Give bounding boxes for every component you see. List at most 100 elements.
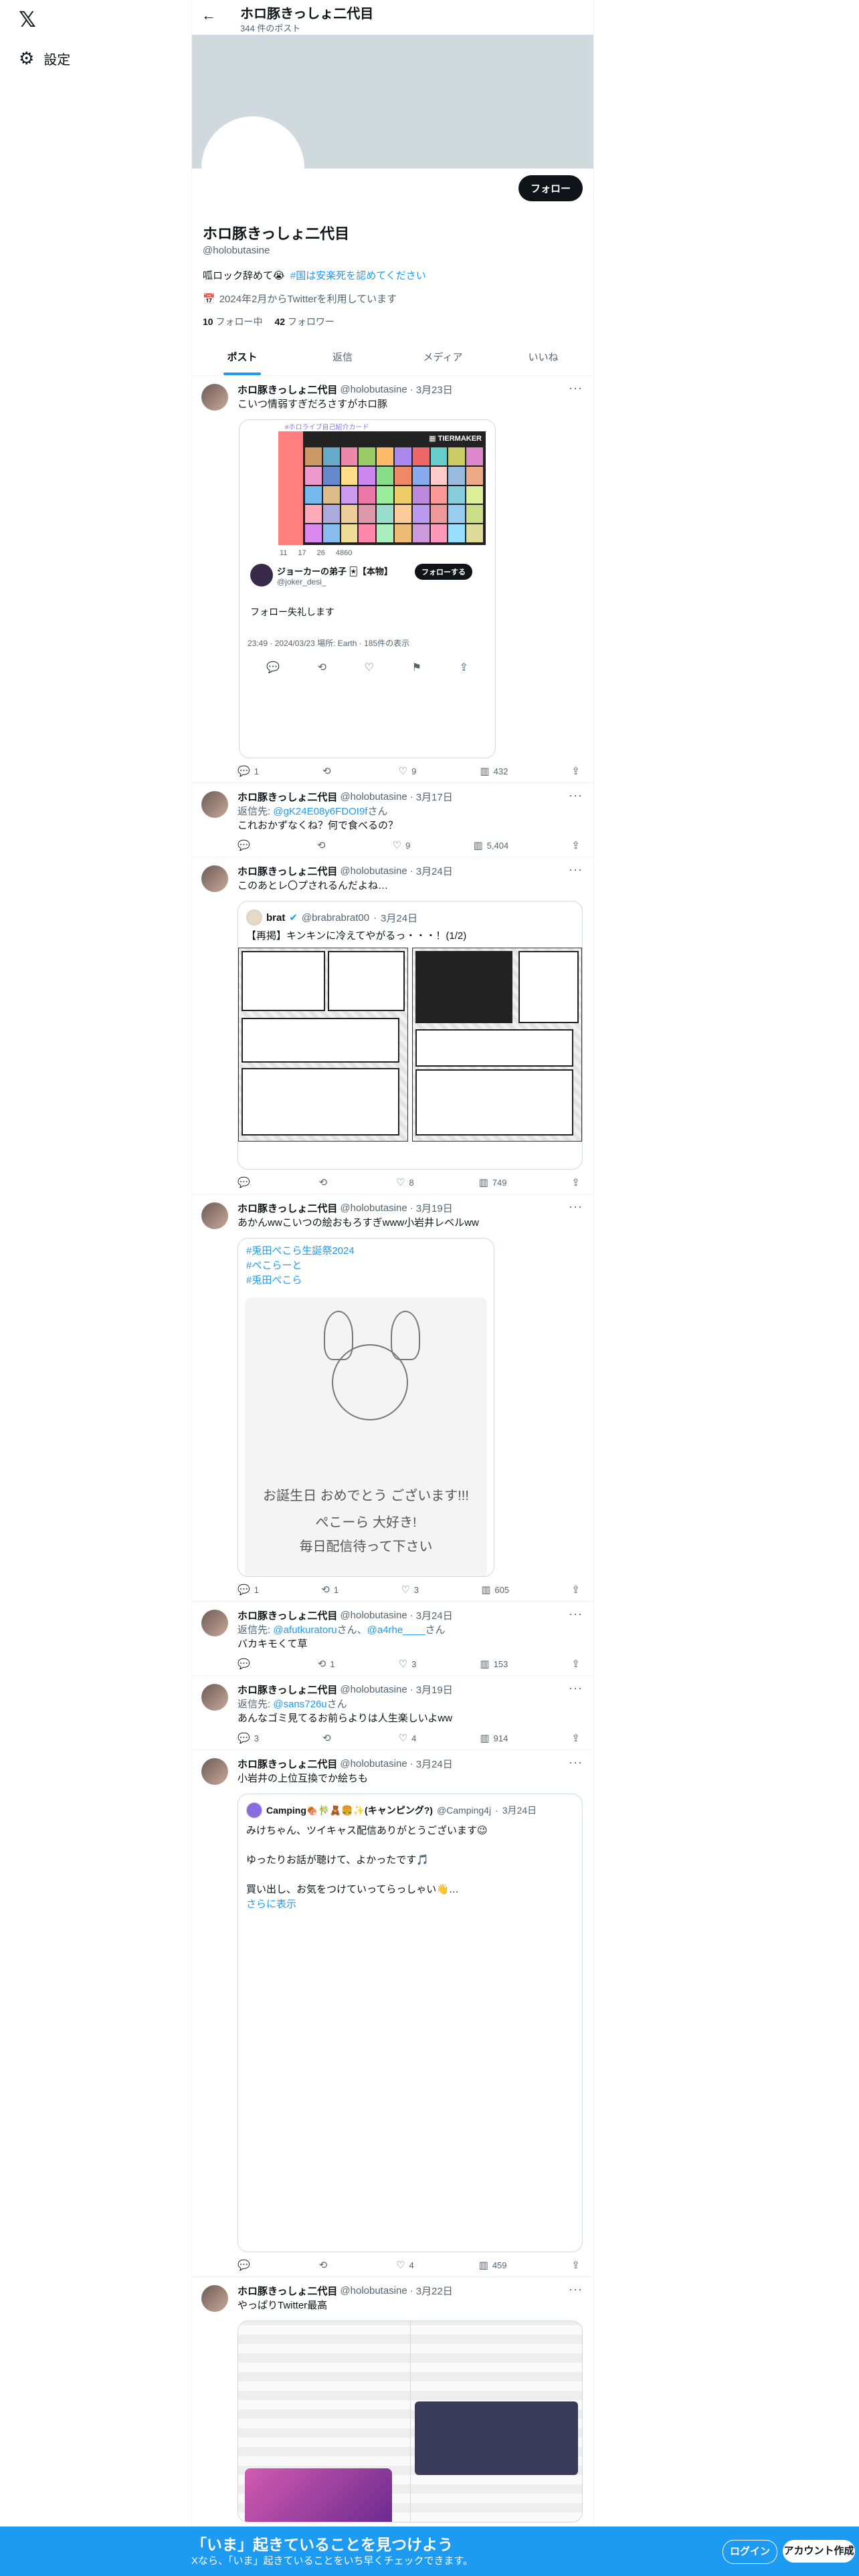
avatar[interactable] bbox=[201, 791, 228, 818]
tweet-date[interactable]: 3月19日 bbox=[416, 1201, 453, 1215]
share-button[interactable]: ⇪ bbox=[571, 765, 580, 777]
quoted-author-handle[interactable]: @Camping4j bbox=[437, 1805, 491, 1816]
like-button[interactable]: ♡ 4 bbox=[396, 2259, 414, 2271]
retweet-button[interactable]: ⟲ bbox=[322, 765, 335, 777]
sketch-image[interactable]: お誕生日 おめでとう ございます!!! ぺこーら 大好き! 毎日配信待って下さい bbox=[245, 1297, 487, 1576]
tweet-author-handle[interactable]: @holobutasine bbox=[340, 1202, 407, 1214]
reply-button[interactable]: 💬 bbox=[237, 2259, 254, 2271]
share-button[interactable]: ⇪ bbox=[571, 839, 580, 851]
show-more-link[interactable]: さらに表示 bbox=[246, 1897, 574, 1912]
quoted-media-placeholder[interactable] bbox=[238, 1917, 582, 2245]
retweet-button[interactable]: ⟲ bbox=[319, 1176, 332, 1188]
tweet-author-handle[interactable]: @holobutasine bbox=[340, 865, 407, 877]
share-button[interactable]: ⇪ bbox=[571, 1732, 580, 1744]
avatar[interactable] bbox=[201, 384, 228, 411]
login-button[interactable]: ログイン bbox=[723, 2540, 777, 2564]
screenshot-image-left[interactable] bbox=[238, 2321, 411, 2522]
tweet[interactable]: ホロ豚きっしょ二代目 @holobutasine · 3月19日 ··· 返信先… bbox=[192, 1676, 593, 1750]
like-button[interactable]: ♡ 9 bbox=[399, 765, 417, 777]
retweet-button[interactable]: ⟲ bbox=[322, 1732, 335, 1744]
tweet[interactable]: ホロ豚きっしょ二代目 @holobutasine · 3月19日 ··· あかん… bbox=[192, 1194, 593, 1602]
more-icon[interactable]: ··· bbox=[569, 1681, 583, 1695]
views-button[interactable]: ▥ 432 bbox=[480, 765, 508, 777]
avatar[interactable] bbox=[250, 564, 273, 586]
like-button[interactable]: ♡ 3 bbox=[401, 1584, 419, 1596]
views-button[interactable]: ▥ 914 bbox=[480, 1732, 508, 1744]
avatar[interactable] bbox=[201, 1758, 228, 1785]
quoted-author-handle[interactable]: @brabrabrat00 bbox=[302, 912, 369, 924]
reply-button[interactable]: 💬 bbox=[237, 1658, 254, 1670]
reply-button[interactable]: 💬 bbox=[237, 839, 254, 851]
more-icon[interactable]: ··· bbox=[569, 1200, 583, 1214]
manga-page-right[interactable] bbox=[412, 948, 582, 1142]
retweet-button[interactable]: ⟲ 1 bbox=[318, 1658, 335, 1670]
hashtag-link[interactable]: #兎田ぺこら生誕祭2024 bbox=[246, 1244, 486, 1259]
tab-media[interactable]: メディア bbox=[393, 340, 493, 375]
tweet-media[interactable] bbox=[237, 2321, 583, 2523]
tweet-author-name[interactable]: ホロ豚きっしょ二代目 bbox=[237, 1608, 337, 1622]
tweet-author-handle[interactable]: @holobutasine bbox=[340, 1610, 407, 1621]
quoted-author-name[interactable]: Camping🍖🎋🧸🍔✨(キャンピング?) bbox=[266, 1804, 433, 1817]
like-button[interactable]: ♡ 9 bbox=[393, 839, 411, 851]
back-arrow-icon[interactable]: ← bbox=[201, 7, 216, 24]
more-icon[interactable]: ··· bbox=[569, 2282, 583, 2296]
views-button[interactable]: ▥ 153 bbox=[480, 1658, 508, 1670]
avatar[interactable] bbox=[201, 865, 228, 892]
more-icon[interactable]: ··· bbox=[569, 381, 583, 395]
tweet-date[interactable]: 3月23日 bbox=[416, 383, 453, 397]
avatar[interactable] bbox=[201, 1202, 228, 1229]
tweet-author-name[interactable]: ホロ豚きっしょ二代目 bbox=[237, 1757, 337, 1771]
reply-handle-link[interactable]: @afutkuratoru bbox=[273, 1624, 337, 1636]
tweet-author-handle[interactable]: @holobutasine bbox=[340, 1758, 407, 1769]
hashtag-link[interactable]: #ぺこらーと bbox=[246, 1259, 486, 1273]
tweet-author-name[interactable]: ホロ豚きっしょ二代目 bbox=[237, 2284, 337, 2298]
tweet-author-handle[interactable]: @holobutasine bbox=[340, 2285, 407, 2296]
reply-button[interactable]: 💬 1 bbox=[237, 1584, 259, 1596]
quoted-tweet[interactable]: Camping🍖🎋🧸🍔✨(キャンピング?) @Camping4j · 3月24日… bbox=[237, 1794, 583, 2252]
bio-hashtag-link[interactable]: #国は安楽死を認めてください bbox=[290, 270, 426, 282]
card-follow-button[interactable]: フォローする bbox=[415, 564, 472, 580]
follow-button[interactable]: フォロー bbox=[518, 175, 583, 201]
like-button[interactable]: ♡ 4 bbox=[399, 1732, 417, 1744]
tweet[interactable]: ホロ豚きっしょ二代目 @holobutasine · 3月22日 ··· やっぱ… bbox=[192, 2277, 593, 2528]
reply-handle-link[interactable]: @sans726u bbox=[273, 1699, 326, 1710]
tweet-media[interactable]: #兎田ぺこら生誕祭2024 #ぺこらーと #兎田ぺこら お誕生日 おめでとう ご… bbox=[237, 1238, 494, 1577]
share-button[interactable]: ⇪ bbox=[571, 2259, 580, 2271]
followers-link[interactable]: 42 フォロワー bbox=[274, 315, 334, 328]
avatar[interactable] bbox=[201, 2285, 228, 2312]
tweet-author-name[interactable]: ホロ豚きっしょ二代目 bbox=[237, 790, 337, 804]
reply-handle-link[interactable]: @a4rhe____ bbox=[367, 1624, 425, 1636]
tweet-date[interactable]: 3月17日 bbox=[416, 790, 453, 804]
tweet[interactable]: ホロ豚きっしょ二代目 @holobutasine · 3月24日 ··· 返信先… bbox=[192, 1602, 593, 1676]
tweet-author-handle[interactable]: @holobutasine bbox=[340, 384, 407, 395]
retweet-button[interactable]: ⟲ 1 bbox=[321, 1584, 339, 1596]
share-button[interactable]: ⇪ bbox=[571, 1658, 580, 1670]
avatar[interactable] bbox=[246, 1802, 262, 1818]
retweet-button[interactable]: ⟲ bbox=[319, 2259, 332, 2271]
views-button[interactable]: ▥ 5,404 bbox=[473, 839, 508, 851]
tweet-date[interactable]: 3月24日 bbox=[416, 1608, 453, 1622]
settings-link[interactable]: ⚙ 設定 bbox=[19, 48, 70, 69]
manga-images[interactable] bbox=[238, 942, 582, 1142]
tweet-author-handle[interactable]: @holobutasine bbox=[340, 1684, 407, 1695]
create-account-button[interactable]: アカウント作成 bbox=[783, 2540, 855, 2563]
quoted-date[interactable]: 3月24日 bbox=[502, 1804, 537, 1817]
share-button[interactable]: ⇪ bbox=[571, 1176, 580, 1188]
tweet[interactable]: ホロ豚きっしょ二代目 @holobutasine · 3月24日 ··· 小岩井… bbox=[192, 1750, 593, 2277]
tweet-date[interactable]: 3月22日 bbox=[416, 2284, 453, 2298]
tweet-author-name[interactable]: ホロ豚きっしょ二代目 bbox=[237, 864, 337, 878]
quoted-user-name[interactable]: ジョーカーの弟子 🃏【本物】 bbox=[277, 564, 393, 577]
tweet-date[interactable]: 3月19日 bbox=[416, 1683, 453, 1697]
reply-button[interactable]: 💬 1 bbox=[237, 765, 259, 777]
reply-handle-link[interactable]: @gK24E08y6FDOI9f bbox=[273, 806, 367, 817]
quoted-author-name[interactable]: brat bbox=[266, 912, 285, 924]
avatar[interactable] bbox=[246, 909, 262, 926]
like-button[interactable]: ♡ 3 bbox=[399, 1658, 417, 1670]
share-button[interactable]: ⇪ bbox=[571, 1584, 580, 1596]
tweet[interactable]: ホロ豚きっしょ二代目 @holobutasine · 3月17日 ··· 返信先… bbox=[192, 783, 593, 857]
more-icon[interactable]: ··· bbox=[569, 863, 583, 877]
reply-button[interactable]: 💬 bbox=[237, 1176, 254, 1188]
hashtag-link[interactable]: #兎田ぺこら bbox=[246, 1273, 486, 1288]
tab-posts[interactable]: ポスト bbox=[192, 340, 292, 375]
quoted-tweet[interactable]: brat ✔ @brabrabrat00 · 3月24日 【再掲】キンキンに冷え… bbox=[237, 901, 583, 1170]
